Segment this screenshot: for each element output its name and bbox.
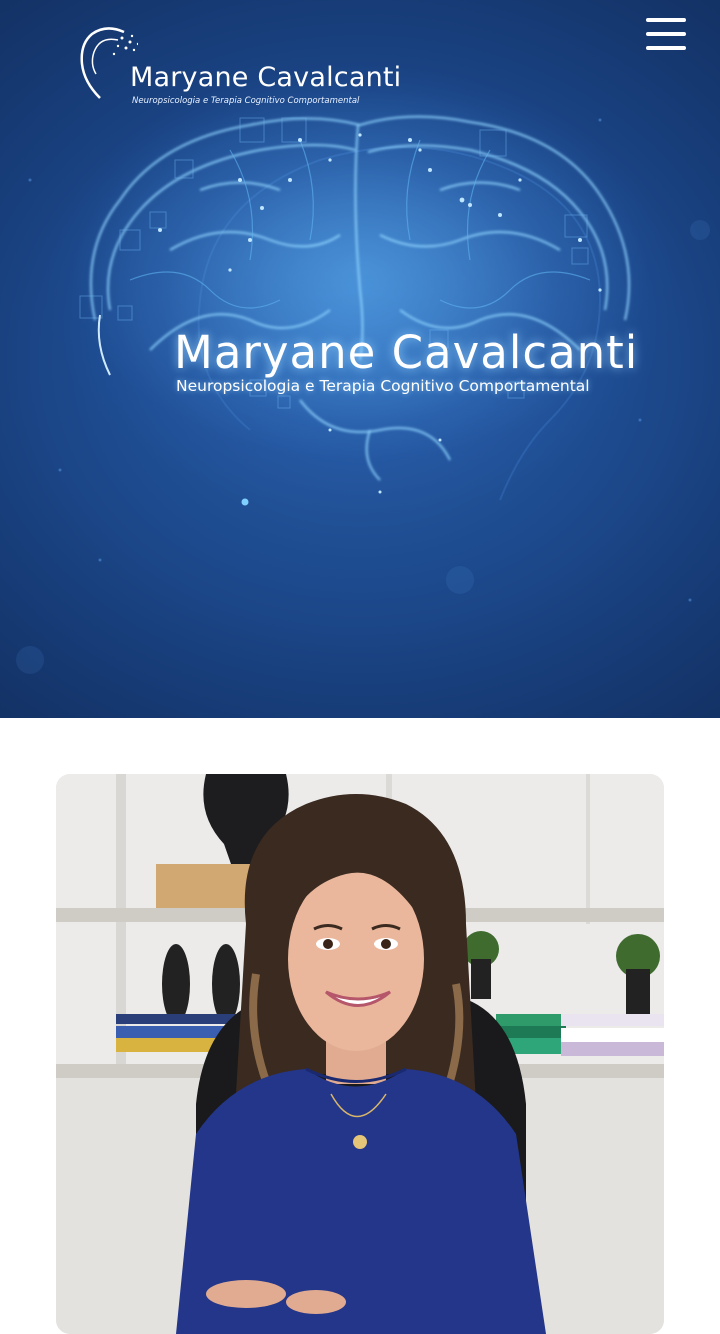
- hero-title: Maryane Cavalcanti: [174, 326, 639, 379]
- logo-tagline: Neuropsicologia e Terapia Cognitivo Comp…: [132, 96, 360, 106]
- hero-banner: Maryane Cavalcanti Neuropsicologia e Ter…: [0, 0, 720, 718]
- profile-photo: [56, 774, 664, 1334]
- hamburger-menu-icon[interactable]: [646, 18, 686, 50]
- site-logo[interactable]: Maryane Cavalcanti Neuropsicologia e Ter…: [78, 24, 408, 112]
- portrait-illustration: [56, 774, 664, 1334]
- hero-subtitle: Neuropsicologia e Terapia Cognitivo Comp…: [176, 377, 590, 395]
- head-profile-icon: [80, 27, 138, 99]
- logo-name: Maryane Cavalcanti: [130, 62, 402, 93]
